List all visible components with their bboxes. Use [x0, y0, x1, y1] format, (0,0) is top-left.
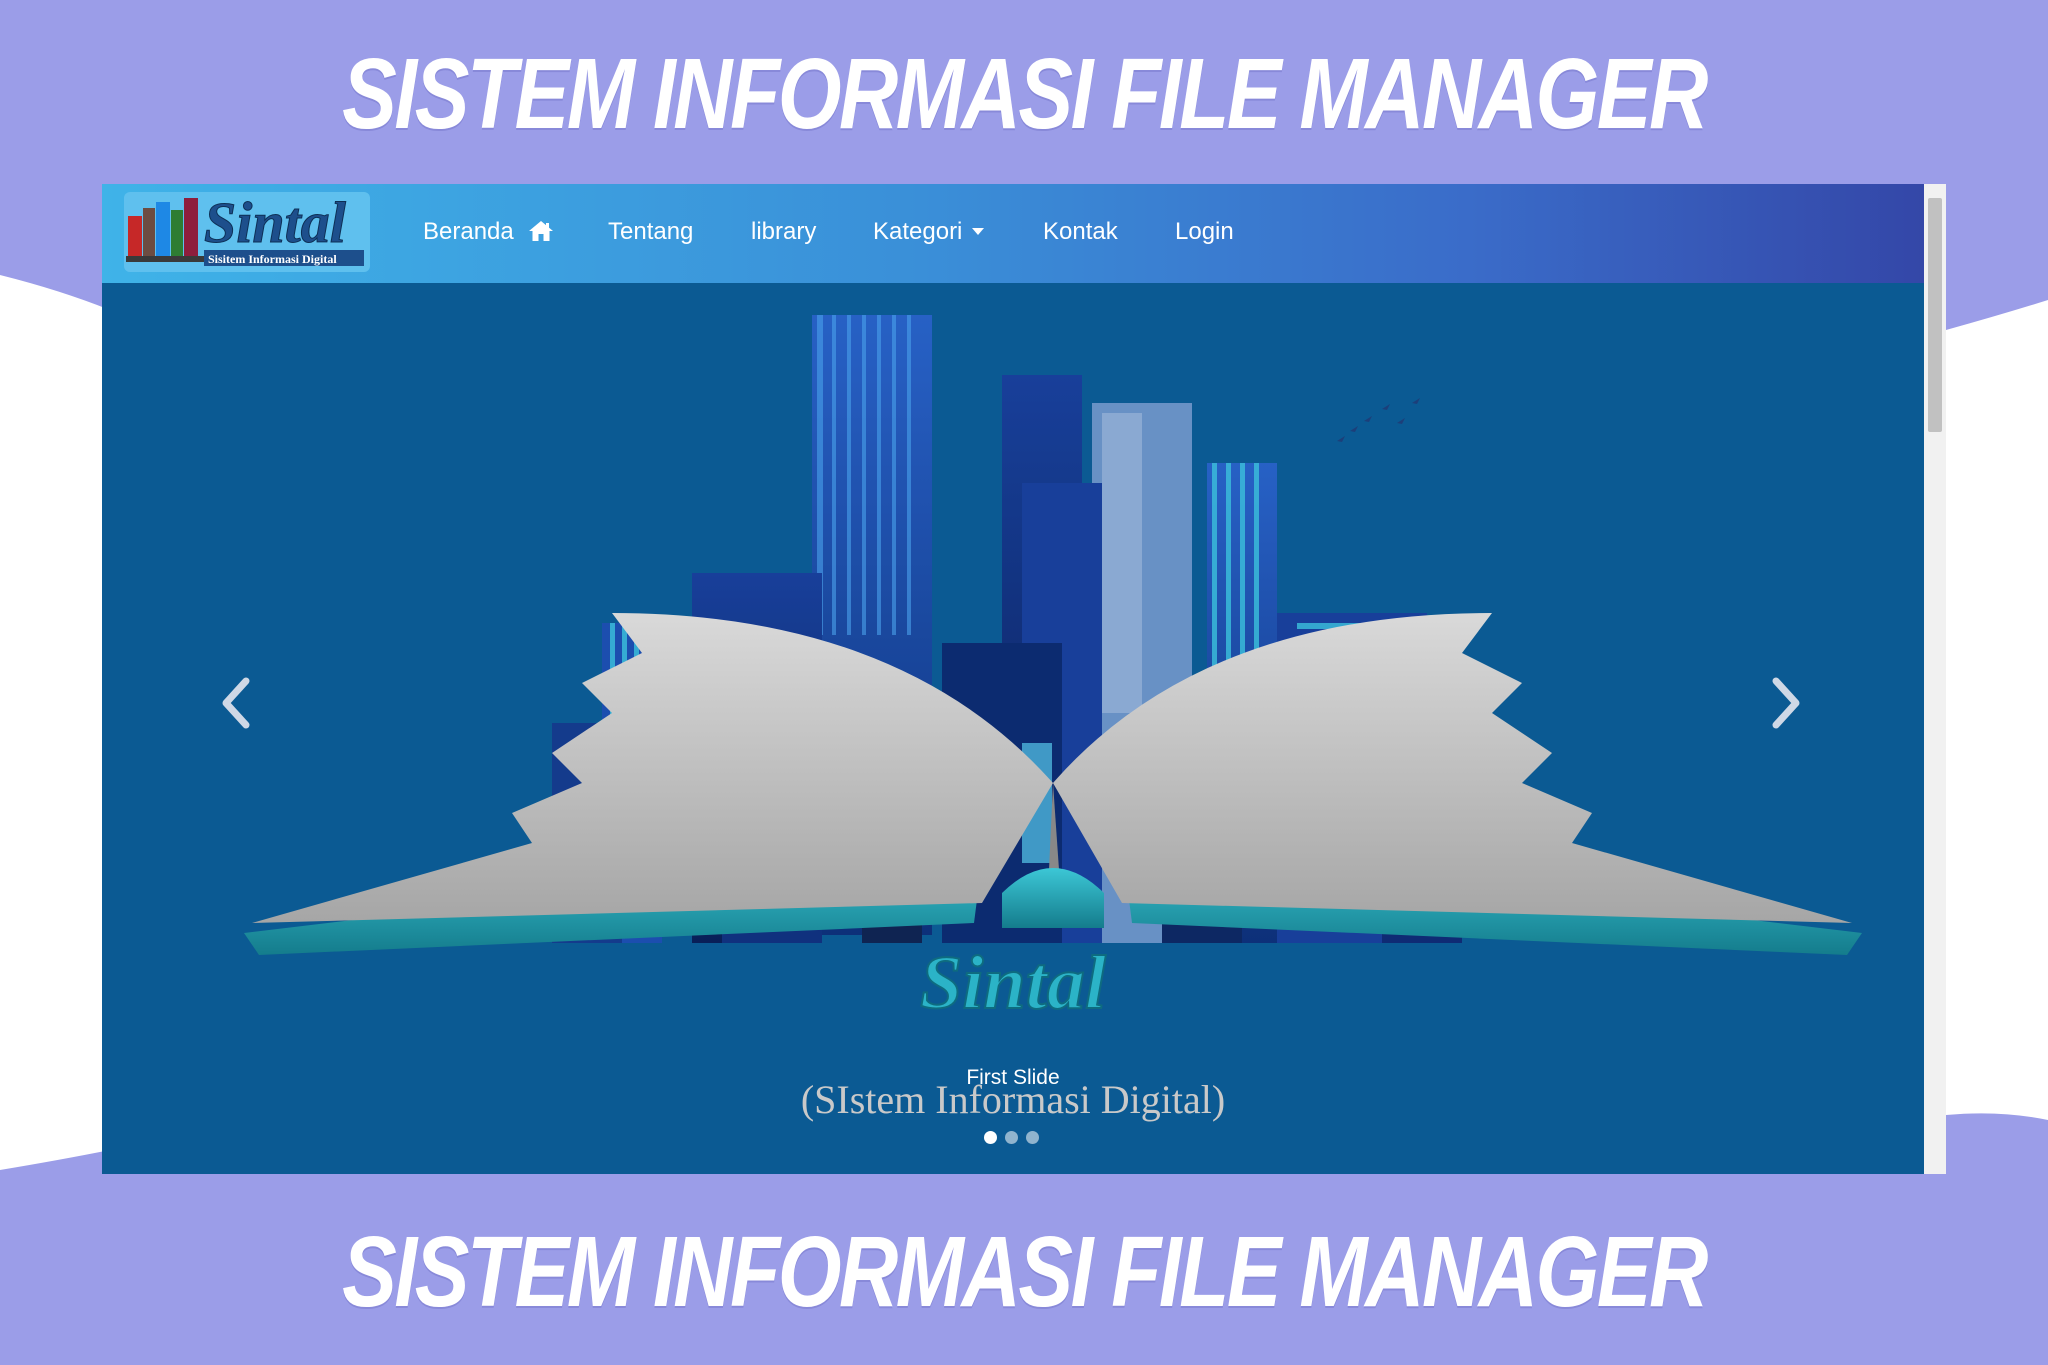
carousel-prev-button[interactable] [208, 663, 268, 743]
home-icon [529, 221, 554, 241]
nav-item-beranda[interactable]: Beranda [423, 212, 554, 252]
vertical-scrollbar[interactable] [1924, 184, 1946, 1174]
navbar: Sintal Sisitem Informasi Digital Beranda… [102, 184, 1924, 283]
carousel-indicator-2[interactable] [1005, 1131, 1018, 1144]
nav-item-tentang[interactable]: Tentang [608, 212, 693, 252]
nav-item-beranda-label: Beranda [423, 218, 514, 245]
chevron-left-icon [222, 677, 250, 729]
site-logo[interactable]: Sintal Sisitem Informasi Digital [124, 190, 370, 274]
carousel-indicator-3[interactable] [1026, 1131, 1039, 1144]
hero-illustration: Sintal (SIstem Informasi Digital) [244, 315, 1862, 1122]
nav-item-login[interactable]: Login [1175, 212, 1234, 252]
nav-item-kontak[interactable]: Kontak [1043, 212, 1118, 252]
nav-item-library[interactable]: library [751, 212, 816, 252]
chevron-right-icon [1772, 677, 1800, 729]
carousel-next-button[interactable] [1754, 663, 1814, 743]
carousel-caption: First Slide [966, 1066, 1060, 1089]
carousel-indicator-1[interactable] [984, 1131, 997, 1144]
svg-text:Sisitem Informasi Digital: Sisitem Informasi Digital [208, 252, 337, 266]
caret-down-icon [972, 228, 985, 235]
hero-brand-text: Sintal [920, 941, 1106, 1025]
banner-title-top: SISTEM INFORMASI FILE MANAGER [342, 38, 1708, 150]
nav-item-kategori[interactable]: Kategori [873, 212, 985, 252]
scrollbar-thumb[interactable] [1928, 198, 1942, 432]
browser-viewport: Sintal Sisitem Informasi Digital Beranda… [102, 184, 1946, 1174]
nav-item-kategori-label: Kategori [873, 218, 963, 245]
carousel-indicators [984, 1131, 1047, 1147]
banner-title-bottom: SISTEM INFORMASI FILE MANAGER [342, 1216, 1708, 1328]
svg-text:Sintal: Sintal [204, 190, 347, 255]
hero-carousel: Sintal (SIstem Informasi Digital) First … [102, 283, 1924, 1174]
